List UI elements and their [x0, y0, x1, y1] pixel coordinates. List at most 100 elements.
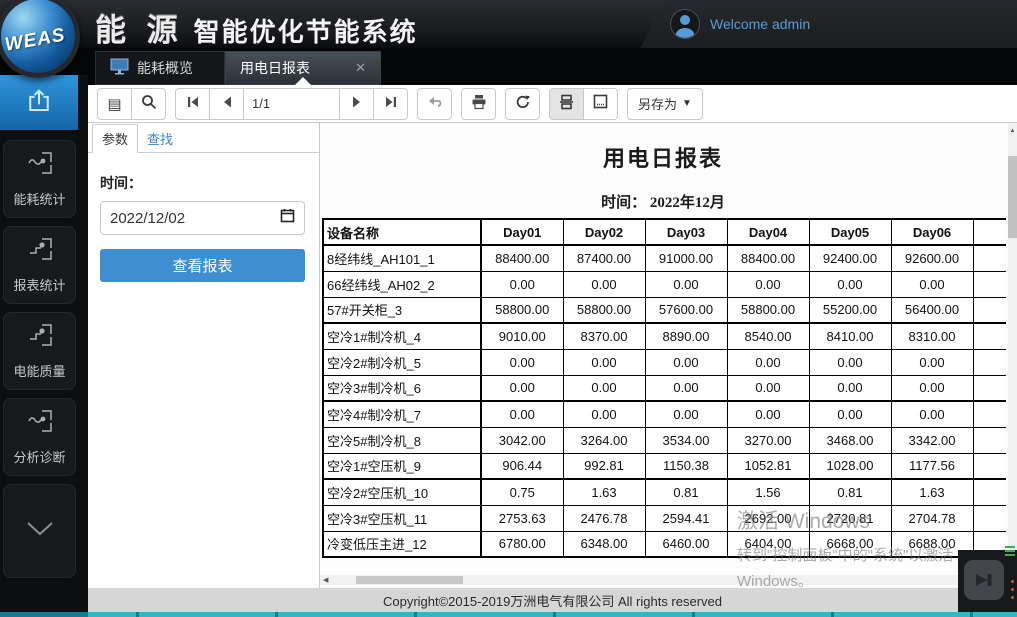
header: Welcome admin 能 源 智能优化节能系统	[0, 0, 1017, 48]
page-number-input[interactable]	[243, 88, 340, 120]
value-cell: 8890.00	[645, 323, 727, 349]
sidebar-item-label: 能耗统计	[13, 189, 65, 208]
table-row: 空冷2#空压机_100.751.630.811.560.811.630	[323, 479, 1006, 505]
table-row: 57#开关柜_358800.0058800.0057600.0058800.00…	[323, 297, 1006, 323]
sidebar-item-energy-stats[interactable]: 能耗统计	[3, 140, 76, 218]
value-cell: 540	[973, 297, 1006, 323]
sidebar-expand-button[interactable]	[3, 484, 76, 578]
value-cell: 0.00	[809, 271, 891, 297]
first-page-icon	[186, 95, 200, 113]
active-tab-pointer	[295, 77, 311, 85]
footer: Copyright©2015-2019万洲电气有限公司 All rights r…	[88, 588, 1017, 612]
value-cell: 0.00	[891, 271, 973, 297]
tab-find[interactable]: 查找	[138, 125, 182, 152]
scroll-left-icon[interactable]: ◀	[320, 576, 331, 584]
refresh-icon	[515, 94, 531, 114]
device-name-cell: 空冷3#空压机_11	[323, 505, 481, 531]
value-cell: 8410.00	[809, 323, 891, 349]
table-row: 8经纬线_AH101_188400.0087400.0091000.008840…	[323, 245, 1006, 271]
report-title: 用电日报表	[320, 141, 1006, 173]
tab-energy-overview[interactable]: 能耗概览	[95, 51, 225, 85]
search-button[interactable]	[131, 88, 166, 120]
last-page-icon	[384, 95, 398, 113]
close-icon[interactable]: ✕	[355, 60, 366, 76]
report-table-wrap: 设备名称Day01Day02Day03Day04Day05Day06Da 8经纬…	[322, 218, 1006, 558]
value-cell: 956	[973, 245, 1006, 271]
column-header: Day01	[481, 219, 563, 245]
value-cell: 0.00	[727, 349, 809, 375]
column-header: Da	[973, 219, 1006, 245]
wave-chart-icon	[25, 408, 55, 439]
value-cell: 88400.00	[481, 245, 563, 271]
copyright-text: Copyright©2015-2019万洲电气有限公司 All rights r…	[383, 591, 722, 610]
calendar-icon[interactable]	[280, 208, 295, 228]
column-header: Day02	[563, 219, 645, 245]
date-input[interactable]	[110, 210, 260, 227]
refresh-button[interactable]	[505, 88, 540, 120]
vertical-scroll-thumb[interactable]	[1008, 156, 1017, 238]
print-layout-button[interactable]	[549, 88, 584, 120]
print-button[interactable]	[461, 88, 496, 120]
table-body: 8经纬线_AH101_188400.0087400.0091000.008840…	[323, 245, 1006, 557]
welcome-text: Welcome admin	[710, 16, 810, 32]
table-row: 空冷1#空压机_9906.44992.811150.381052.811028.…	[323, 453, 1006, 479]
value-cell: 0.00	[481, 349, 563, 375]
horizontal-scroll-thumb[interactable]	[356, 576, 463, 584]
app-title-sub: 智能优化节能系统	[194, 12, 418, 49]
sidebar-item-active[interactable]	[0, 75, 78, 130]
parameter-panel: 参数 查找 时间： 查看报表	[88, 123, 320, 588]
value-cell: 719	[973, 323, 1006, 349]
vertical-scrollbar[interactable]: ▲	[1008, 123, 1017, 550]
tab-electricity-daily-report[interactable]: 用电日报表 ✕	[225, 51, 381, 85]
view-report-button[interactable]: 查看报表	[100, 249, 305, 282]
page-layout-button[interactable]	[583, 88, 618, 120]
sidebar-item-power-quality[interactable]: 电能质量	[3, 312, 76, 390]
device-name-cell: 空冷2#空压机_10	[323, 479, 481, 505]
scroll-up-icon[interactable]: ▲	[1008, 123, 1017, 134]
toc-button[interactable]: ▤	[97, 88, 132, 120]
back-button[interactable]	[417, 88, 452, 120]
horizontal-scrollbar[interactable]: ◀	[320, 575, 1006, 585]
value-cell: 3534.00	[645, 427, 727, 453]
value-cell: 1028.00	[809, 453, 891, 479]
table-row: 空冷3#空压机_112753.632476.782594.412692.0027…	[323, 505, 1006, 531]
device-name-cell: 空冷3#制冷机_6	[323, 375, 481, 401]
column-header: Day05	[809, 219, 891, 245]
report-subtitle: 时间： 2022年12月	[320, 191, 1006, 212]
sidebar-item-analysis-diagnosis[interactable]: 分析诊断	[3, 398, 76, 476]
next-page-button[interactable]	[339, 88, 374, 120]
tab-bar: 能耗概览 用电日报表 ✕	[0, 48, 1017, 85]
value-cell: 8370.00	[563, 323, 645, 349]
value-cell: 0.00	[809, 375, 891, 401]
prev-page-button[interactable]	[209, 88, 244, 120]
value-cell: 6404.00	[727, 531, 809, 557]
column-header: Day06	[891, 219, 973, 245]
value-cell: 1.63	[891, 479, 973, 505]
value-cell: 92400.00	[809, 245, 891, 271]
page-layout-icon	[593, 94, 608, 113]
value-cell: 0	[973, 271, 1006, 297]
search-icon	[141, 94, 157, 114]
table-row: 空冷1#制冷机_49010.008370.008890.008540.00841…	[323, 323, 1006, 349]
table-row: 空冷3#制冷机_60.000.000.000.000.000.000	[323, 375, 1006, 401]
value-cell: 56400.00	[891, 297, 973, 323]
value-cell: 0.00	[727, 271, 809, 297]
table-row: 空冷4#制冷机_70.000.000.000.000.000.00576	[323, 401, 1006, 427]
panel-tabs: 参数 查找	[88, 123, 319, 153]
column-header: Day04	[727, 219, 809, 245]
last-page-button[interactable]	[373, 88, 408, 120]
save-as-label: 另存为	[638, 94, 677, 113]
table-row: 空冷5#制冷机_83042.003264.003534.003270.00346…	[323, 427, 1006, 453]
media-skip-icon[interactable]	[964, 560, 1004, 600]
sidebar-item-report-stats[interactable]: 报表统计	[3, 226, 76, 304]
first-page-button[interactable]	[175, 88, 210, 120]
value-cell: 87400.00	[563, 245, 645, 271]
save-as-button[interactable]: 另存为 ▼	[627, 88, 703, 120]
user-menu[interactable]: Welcome admin	[670, 9, 810, 39]
sidebar-item-label: 分析诊断	[13, 447, 65, 466]
tab-parameters[interactable]: 参数	[92, 124, 138, 153]
date-picker[interactable]	[100, 201, 305, 235]
chevron-right-icon	[351, 95, 363, 113]
value-cell: 9010.00	[481, 323, 563, 349]
table-row: 66经纬线_AH02_20.000.000.000.000.000.000	[323, 271, 1006, 297]
